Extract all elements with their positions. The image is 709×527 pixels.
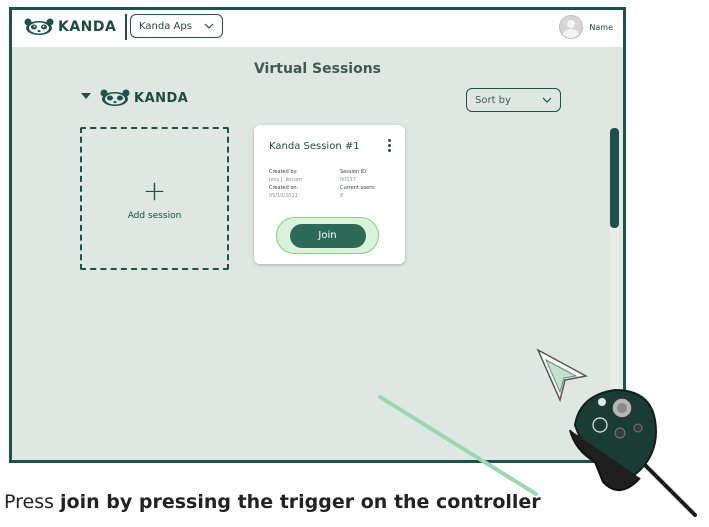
instruction-caption: Press join by pressing the trigger on th… (4, 491, 541, 513)
cursor-arrow-icon (536, 348, 589, 403)
caption-prefix: Press (4, 491, 61, 513)
laser-pointer (378, 395, 538, 496)
caption-bold: join by pressing the trigger on the cont… (60, 491, 541, 513)
vr-overlay (378, 348, 697, 517)
vr-controller-icon (569, 388, 697, 517)
